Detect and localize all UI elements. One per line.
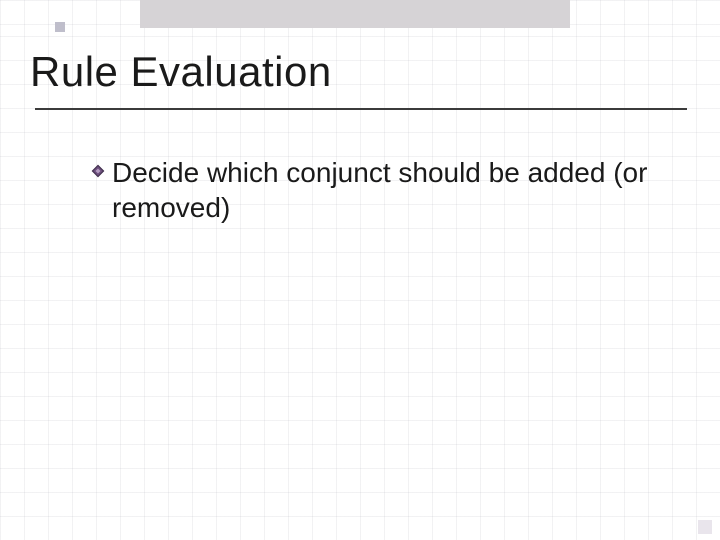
- top-left-corner-block: [55, 22, 65, 32]
- slide: Rule Evaluation Decide which conjunct sh…: [0, 0, 720, 540]
- title-underline: [35, 108, 687, 110]
- bullet-text: Decide which conjunct should be added (o…: [112, 155, 670, 225]
- diamond-bullet-icon: [90, 163, 106, 179]
- bottom-right-corner-block: [698, 520, 712, 534]
- slide-title: Rule Evaluation: [30, 48, 332, 96]
- slide-body: Decide which conjunct should be added (o…: [90, 155, 670, 225]
- top-decorative-band: [140, 0, 570, 28]
- bullet-item: Decide which conjunct should be added (o…: [90, 155, 670, 225]
